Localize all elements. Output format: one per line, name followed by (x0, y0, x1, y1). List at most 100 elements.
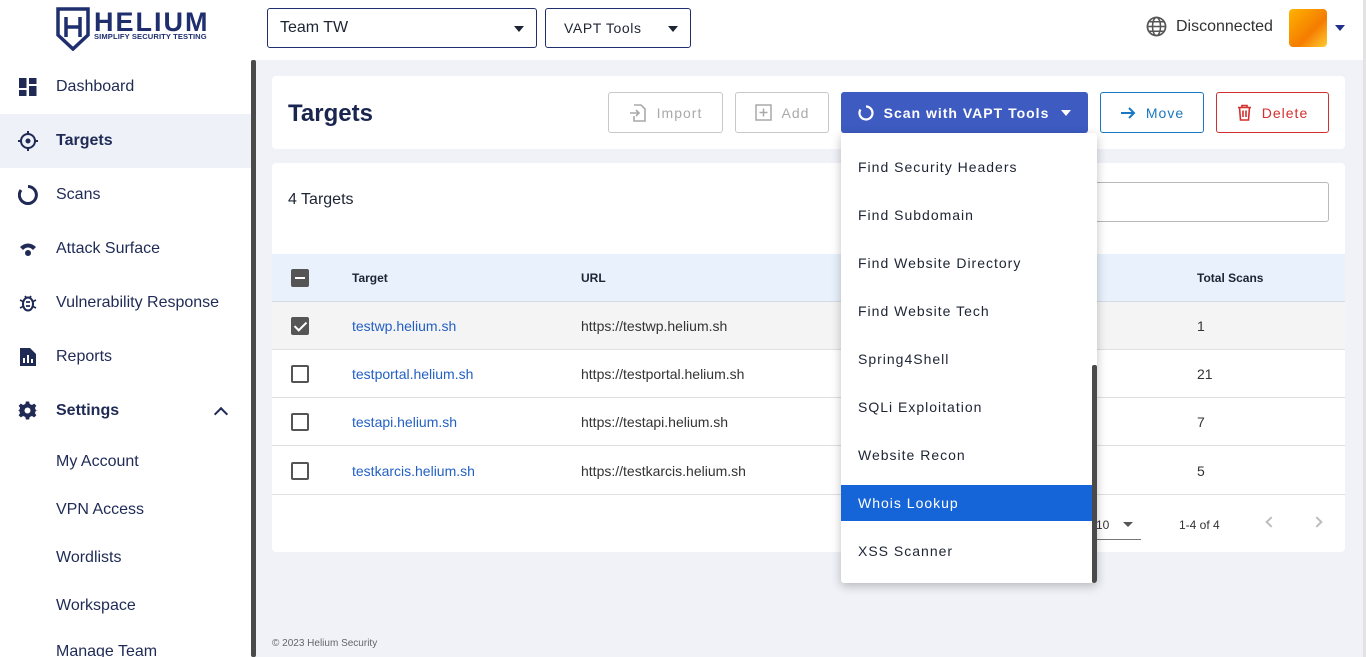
menu-item-spring4shell[interactable]: Spring4Shell (841, 341, 1092, 377)
helium-logo[interactable]: HELIUM SIMPLIFY SECURITY TESTING (56, 7, 221, 51)
import-button[interactable]: Import (608, 92, 723, 133)
sidebar-subitem-manage-team[interactable]: Manage Team (56, 643, 157, 657)
gear-icon (18, 401, 38, 420)
target-link[interactable]: testportal.helium.sh (352, 366, 473, 382)
targets-table-card: 4 Targets Target URL Total Scans testwp.… (272, 163, 1345, 552)
team-select-value: Team TW (280, 19, 349, 36)
target-link[interactable]: testapi.helium.sh (352, 414, 457, 430)
menu-item-whois-lookup[interactable]: Whois Lookup (841, 485, 1092, 521)
target-url: https://testkarcis.helium.sh (581, 463, 746, 479)
menu-item-sqli-exploitation[interactable]: SQLi Exploitation (841, 389, 1092, 425)
chevron-down-icon (668, 26, 678, 32)
rows-per-page-select[interactable]: 10 (1096, 518, 1109, 532)
plus-box-icon (754, 104, 772, 121)
chevron-down-icon[interactable] (1335, 25, 1345, 31)
connection-status[interactable]: Disconnected (1146, 16, 1273, 37)
target-icon (18, 131, 38, 151)
trash-icon (1237, 104, 1251, 121)
chevron-down-icon (1061, 109, 1072, 116)
scan-label: Scan with VAPT Tools (883, 104, 1050, 121)
total-scans: 1 (1197, 318, 1205, 334)
sidebar-item-targets[interactable]: Targets (0, 114, 251, 168)
row-checkbox[interactable] (291, 413, 309, 431)
sidebar-item-label: Attack Surface (56, 240, 161, 257)
file-import-icon (629, 103, 646, 122)
target-url: https://testportal.helium.sh (581, 366, 745, 382)
sidebar-item-label: Vulnerability Response (56, 294, 220, 311)
arrow-right-icon (1120, 106, 1136, 119)
chevron-down-icon (514, 26, 524, 32)
target-url: https://testapi.helium.sh (581, 414, 729, 430)
globe-icon (1146, 16, 1167, 37)
total-scans: 5 (1197, 463, 1205, 479)
wifi-icon (20, 243, 36, 256)
move-label: Move (1145, 104, 1185, 121)
table-row[interactable]: testapi.helium.sh https://testapi.helium… (272, 398, 1345, 446)
reports-icon (20, 348, 36, 366)
shield-logo-icon (56, 7, 90, 51)
menu-item-find-website-tech[interactable]: Find Website Tech (841, 293, 1092, 329)
sidebar-item-scans[interactable]: Scans (0, 168, 251, 222)
table-row[interactable]: testportal.helium.sh https://testportal.… (272, 350, 1345, 398)
column-header-total-scans[interactable]: Total Scans (1197, 271, 1263, 285)
team-select[interactable]: Team TW (267, 8, 537, 48)
sidebar-item-label: Reports (56, 348, 113, 365)
total-scans: 21 (1197, 366, 1213, 382)
menu-item-find-security-headers[interactable]: Find Security Headers (841, 149, 1092, 185)
menu-scrollbar[interactable] (1092, 365, 1097, 583)
menu-item-website-recon[interactable]: Website Recon (841, 437, 1092, 473)
table-header: Target URL Total Scans (272, 254, 1345, 302)
sidebar-item-vulnerability-response[interactable]: Vulnerability Response (0, 276, 251, 330)
sidebar-subitem-my-account[interactable]: My Account (56, 453, 139, 471)
bug-icon (19, 295, 37, 312)
sidebar-item-label: Targets (56, 132, 113, 149)
sidebar-item-dashboard[interactable]: Dashboard (0, 60, 251, 114)
chevron-down-icon[interactable] (1123, 522, 1133, 527)
sidebar-subitem-wordlists[interactable]: Wordlists (56, 549, 122, 567)
add-button[interactable]: Add (735, 92, 829, 133)
sidebar-item-label: Settings (56, 402, 120, 419)
table-row[interactable]: testwp.helium.sh https://testwp.helium.s… (272, 302, 1345, 350)
column-header-url[interactable]: URL (581, 271, 606, 285)
sidebar-item-settings[interactable]: Settings (0, 384, 251, 438)
select-all-checkbox[interactable] (291, 269, 309, 287)
search-input[interactable] (1092, 182, 1329, 222)
chevron-up-icon[interactable] (213, 406, 229, 422)
add-label: Add (781, 104, 810, 121)
sidebar-item-attack-surface[interactable]: Attack Surface (0, 222, 251, 276)
row-checkbox[interactable] (291, 317, 309, 335)
move-button[interactable]: Move (1100, 92, 1204, 133)
sidebar-scrollbar[interactable] (251, 60, 256, 657)
row-checkbox[interactable] (291, 462, 309, 480)
page-title: Targets (288, 100, 373, 127)
menu-item-find-website-directory[interactable]: Find Website Directory (841, 245, 1092, 281)
target-url: https://testwp.helium.sh (581, 318, 728, 334)
vapt-tools-menu: Find Security Headers Find Subdomain Fin… (841, 133, 1097, 583)
sidebar-subitem-workspace[interactable]: Workspace (56, 597, 136, 615)
pagination-range: 1-4 of 4 (1179, 518, 1220, 532)
target-link[interactable]: testkarcis.helium.sh (352, 463, 475, 479)
delete-label: Delete (1261, 104, 1309, 121)
table-row[interactable]: testkarcis.helium.sh https://testkarcis.… (272, 446, 1345, 495)
column-header-target[interactable]: Target (352, 271, 388, 285)
rows-per-page-underline (1092, 539, 1141, 540)
avatar[interactable] (1289, 9, 1327, 47)
menu-item-find-subdomain[interactable]: Find Subdomain (841, 197, 1092, 233)
targets-count: 4 Targets (288, 191, 354, 208)
sidebar-item-label: Dashboard (56, 78, 135, 95)
tools-select[interactable]: VAPT Tools (545, 8, 691, 48)
sidebar-item-reports[interactable]: Reports (0, 330, 251, 384)
chevron-left-icon[interactable] (1265, 516, 1277, 528)
dashboard-icon (19, 78, 37, 96)
logo-tagline: SIMPLIFY SECURITY TESTING (94, 32, 207, 41)
scan-with-vapt-tools-button[interactable]: Scan with VAPT Tools (841, 92, 1088, 133)
menu-item-xss-scanner[interactable]: XSS Scanner (841, 533, 1092, 569)
footer-copyright: © 2023 Helium Security (272, 638, 378, 649)
total-scans: 7 (1197, 414, 1205, 430)
target-link[interactable]: testwp.helium.sh (352, 318, 456, 334)
row-checkbox[interactable] (291, 365, 309, 383)
targets-header-card: Targets Import Add Scan with VAPT Tools … (272, 76, 1345, 149)
sidebar-subitem-vpn-access[interactable]: VPN Access (56, 501, 144, 519)
delete-button[interactable]: Delete (1216, 92, 1329, 133)
chevron-right-icon[interactable] (1311, 516, 1323, 528)
